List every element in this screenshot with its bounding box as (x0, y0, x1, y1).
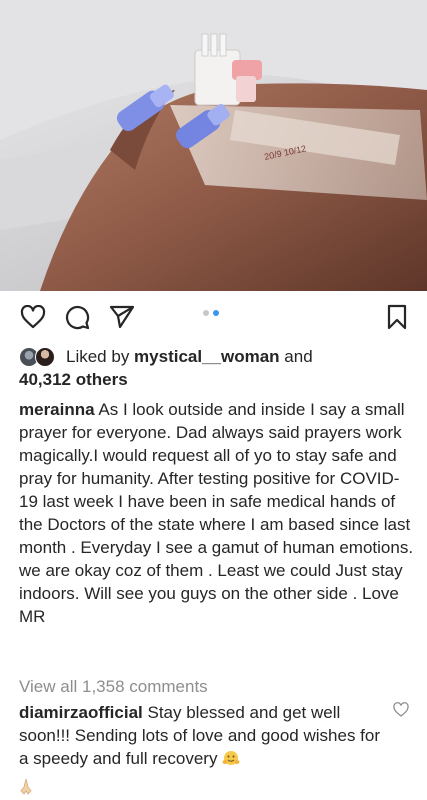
post-caption: merainna As I look outside and inside I … (19, 398, 417, 628)
view-all-comments-link[interactable]: View all 1,358 comments (19, 675, 208, 698)
comment-like-heart-icon[interactable] (393, 702, 409, 718)
comment-bubble-icon[interactable] (62, 302, 92, 332)
caption-username[interactable]: merainna (19, 400, 95, 419)
bookmark-icon[interactable] (382, 302, 412, 332)
hugging-face-emoji-icon (222, 749, 240, 765)
avatar (35, 347, 55, 367)
likes-text: Liked by mystical__woman and (66, 345, 416, 368)
top-comment: diamirzaofficial Stay blessed and get we… (19, 701, 389, 770)
post-image[interactable]: 20/9 10/12 (0, 0, 427, 291)
likes-prefix: Liked by (66, 347, 135, 366)
carousel-dot (203, 310, 209, 316)
liker-username[interactable]: mystical__woman (134, 347, 280, 366)
iv-cannula-illustration: 20/9 10/12 (0, 0, 427, 291)
likes-summary[interactable]: Liked by mystical__woman and 40,312 othe… (19, 345, 419, 393)
post-action-bar (0, 296, 427, 340)
folded-hands-emoji-icon (18, 777, 34, 795)
comment-username[interactable]: diamirzaofficial (19, 703, 143, 722)
likes-and: and (279, 347, 313, 366)
carousel-indicator (203, 310, 219, 316)
caption-text: As I look outside and inside I say a sma… (19, 400, 414, 626)
likes-count[interactable]: 40,312 others (19, 368, 128, 391)
heart-outline-icon[interactable] (18, 302, 48, 332)
liker-avatars (19, 347, 63, 367)
carousel-dot-active (213, 310, 219, 316)
paper-plane-icon[interactable] (107, 302, 137, 332)
